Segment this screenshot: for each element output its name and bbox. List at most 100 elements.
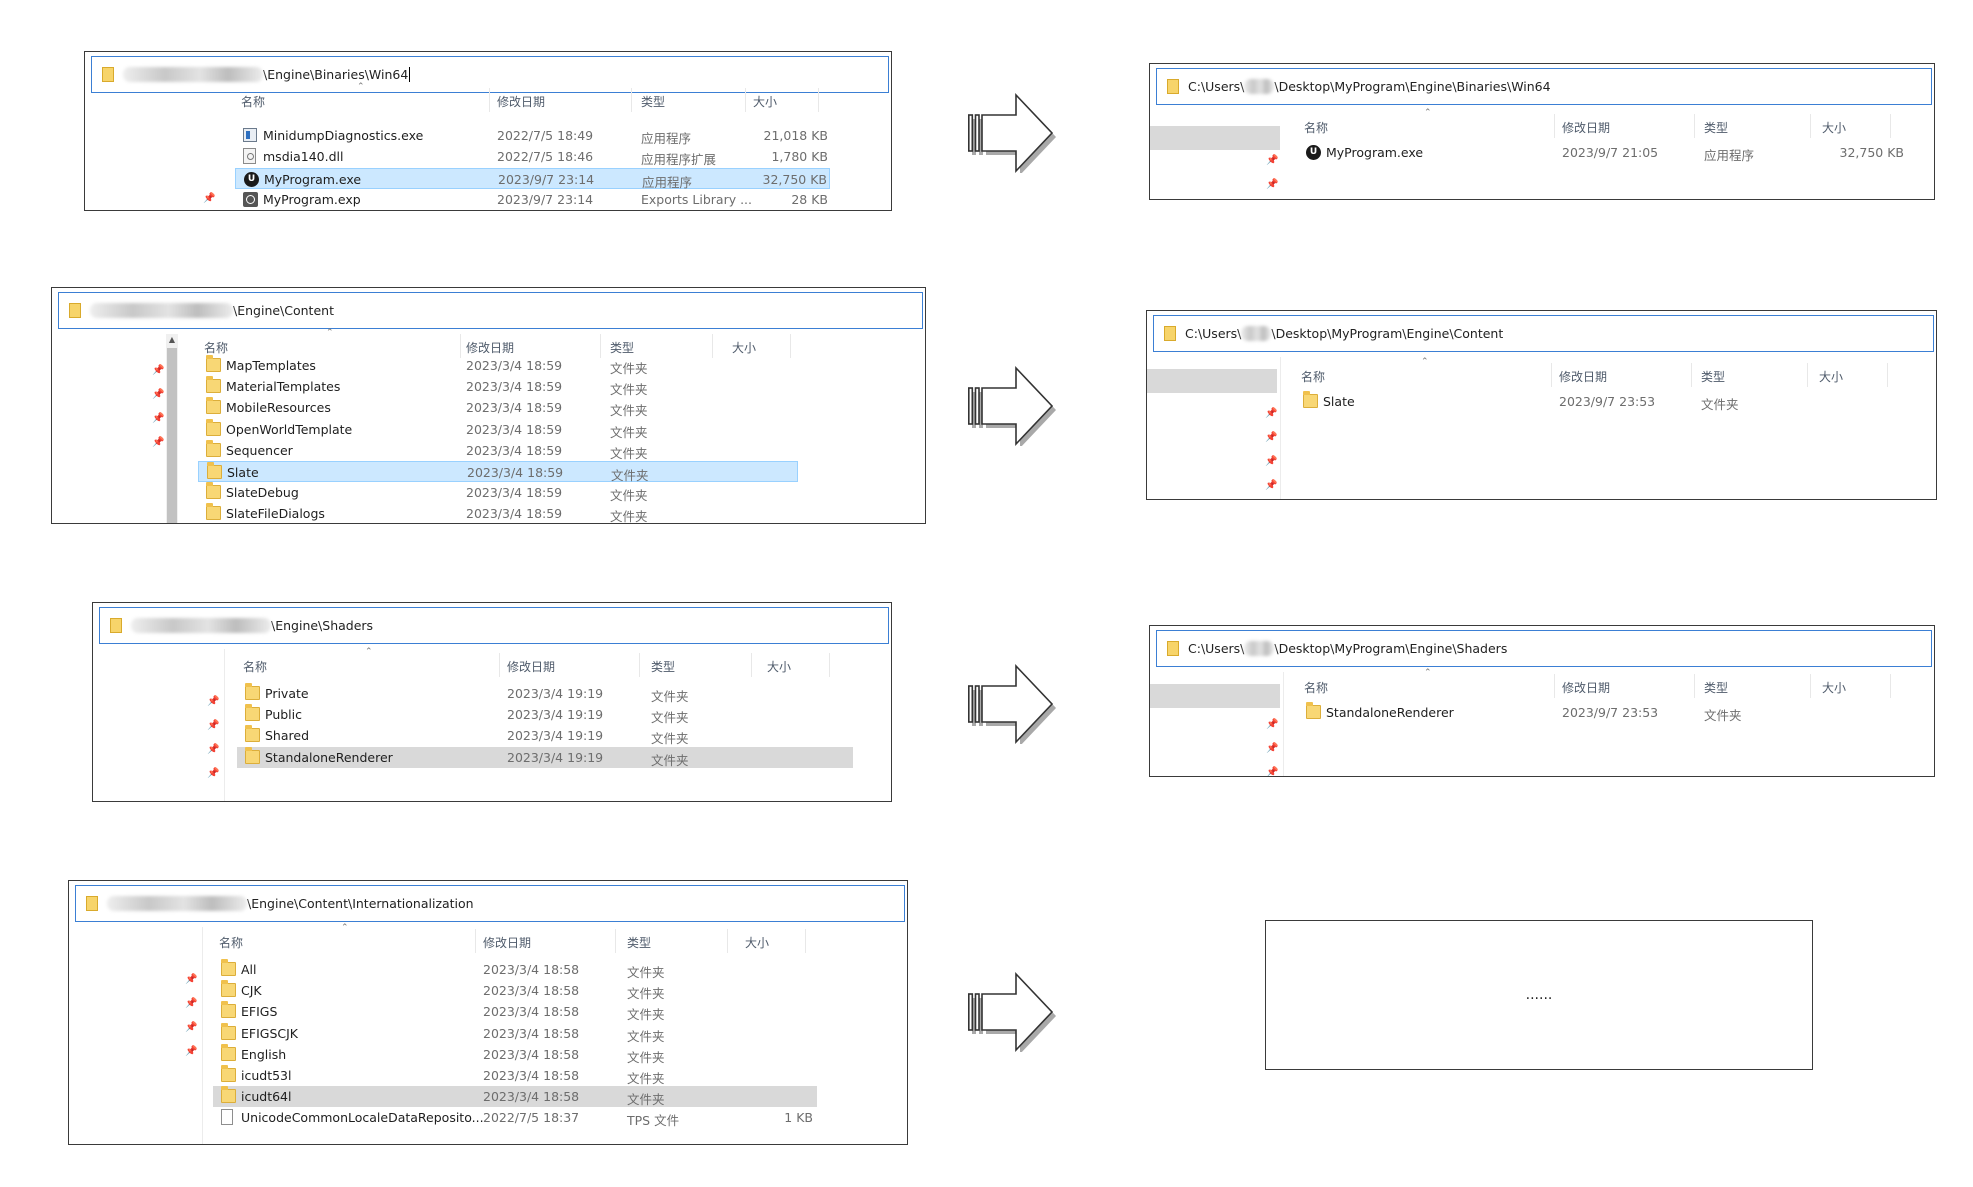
nav-selected-item[interactable] <box>1150 684 1280 708</box>
file-row[interactable]: Private 2023/3/4 19:19 文件夹 <box>237 683 853 704</box>
file-row[interactable]: icudt64l 2023/3/4 18:58 文件夹 <box>213 1086 817 1108</box>
pin-icon[interactable]: 📌 <box>1266 180 1278 190</box>
pin-icon[interactable]: 📌 <box>1266 720 1278 730</box>
column-divider[interactable] <box>1694 114 1695 138</box>
column-divider[interactable] <box>751 653 752 677</box>
column-date[interactable]: 修改日期 <box>497 93 545 110</box>
column-divider[interactable] <box>1807 363 1808 387</box>
column-size[interactable]: 大小 <box>732 339 756 356</box>
column-divider[interactable] <box>1810 674 1811 698</box>
file-row[interactable]: EFIGS 2023/3/4 18:58 文件夹 <box>213 1001 817 1022</box>
column-divider[interactable] <box>745 88 746 112</box>
pin-icon[interactable]: 📌 <box>207 721 219 731</box>
column-divider[interactable] <box>1887 363 1888 387</box>
column-divider[interactable] <box>727 929 728 953</box>
column-type[interactable]: 类型 <box>1704 119 1728 136</box>
column-divider[interactable] <box>475 929 476 953</box>
file-row[interactable]: EFIGSCJK 2023/3/4 18:58 文件夹 <box>213 1022 817 1044</box>
column-size[interactable]: 大小 <box>1819 368 1843 385</box>
pin-icon[interactable]: 📌 <box>207 745 219 755</box>
column-date[interactable]: 修改日期 <box>466 339 514 356</box>
file-row[interactable]: Slate 2023/9/7 23:53 文件夹 <box>1295 391 1915 412</box>
column-size[interactable]: 大小 <box>767 658 791 675</box>
column-divider[interactable] <box>829 653 830 677</box>
pin-icon[interactable]: 📌 <box>207 697 219 707</box>
column-date[interactable]: 修改日期 <box>1562 119 1610 136</box>
column-date[interactable]: 修改日期 <box>1559 368 1607 385</box>
file-row[interactable]: Public 2023/3/4 19:19 文件夹 <box>237 704 853 725</box>
column-type[interactable]: 类型 <box>1704 679 1728 696</box>
column-date[interactable]: 修改日期 <box>507 658 555 675</box>
column-divider[interactable] <box>1554 674 1555 698</box>
column-type[interactable]: 类型 <box>651 658 675 675</box>
pin-icon[interactable]: 📌 <box>152 390 164 400</box>
file-row[interactable]: English 2023/3/4 18:58 文件夹 <box>213 1043 817 1065</box>
column-size[interactable]: 大小 <box>745 934 769 951</box>
column-name[interactable]: 名称 <box>1301 368 1325 385</box>
pin-icon[interactable]: 📌 <box>152 366 164 376</box>
column-type[interactable]: 类型 <box>610 339 634 356</box>
file-row[interactable]: CJK 2023/3/4 18:58 文件夹 <box>213 980 817 1001</box>
nav-scrollbar[interactable]: ▲ <box>166 334 178 523</box>
pin-icon[interactable]: 📌 <box>207 769 219 779</box>
file-row[interactable]: UnicodeCommonLocaleDataReposito... 2022/7… <box>213 1107 817 1128</box>
column-name[interactable]: 名称 <box>204 339 228 356</box>
nav-selected-item[interactable] <box>1147 369 1277 393</box>
column-size[interactable]: 大小 <box>1822 119 1846 136</box>
file-row[interactable]: MinidumpDiagnostics.exe 2022/7/5 18:49 应用程… <box>235 125 830 146</box>
nav-selected-item[interactable] <box>1150 126 1280 150</box>
file-row[interactable]: SlateDebug 2023/3/4 18:59 文件夹 <box>198 482 798 503</box>
column-type[interactable]: 类型 <box>1701 368 1725 385</box>
column-divider[interactable] <box>1890 674 1891 698</box>
column-name[interactable]: 名称 <box>241 93 265 110</box>
address-bar[interactable]: C:\Users\ \Desktop\MyProgram\Engine\Shad… <box>1156 630 1932 667</box>
pin-icon[interactable]: 📌 <box>152 414 164 424</box>
file-row[interactable]: Sequencer 2023/3/4 18:59 文件夹 <box>198 439 798 461</box>
column-name[interactable]: 名称 <box>1304 679 1328 696</box>
pin-icon[interactable]: 📌 <box>1265 433 1277 443</box>
column-divider[interactable] <box>818 88 819 112</box>
pin-icon[interactable]: 📌 <box>152 438 164 448</box>
address-bar[interactable]: C:\Users\ \Desktop\MyProgram\Engine\Cont… <box>1153 315 1934 352</box>
pin-icon[interactable]: 📌 <box>1265 409 1277 419</box>
column-divider[interactable] <box>499 653 500 677</box>
address-bar[interactable]: \Engine\Content\Internationalization <box>75 885 905 922</box>
file-row[interactable]: StandaloneRenderer 2023/3/4 19:19 文件夹 <box>237 746 853 768</box>
pin-icon[interactable]: 📌 <box>1266 156 1278 166</box>
file-row[interactable]: MaterialTemplates 2023/3/4 18:59 文件夹 <box>198 376 798 397</box>
column-name[interactable]: 名称 <box>219 934 243 951</box>
pin-icon[interactable]: 📌 <box>203 194 215 204</box>
file-row[interactable]: All 2023/3/4 18:58 文件夹 <box>213 959 817 980</box>
file-row[interactable]: StandaloneRenderer 2023/9/7 23:53 文件夹 <box>1298 702 1918 723</box>
column-divider[interactable] <box>1551 363 1552 387</box>
file-row[interactable]: Slate 2023/3/4 18:59 文件夹 <box>198 461 798 483</box>
pin-icon[interactable]: 📌 <box>185 1023 197 1033</box>
column-divider[interactable] <box>615 929 616 953</box>
pin-icon[interactable]: 📌 <box>185 975 197 985</box>
pin-icon[interactable]: 📌 <box>1265 481 1277 491</box>
pin-icon[interactable]: 📌 <box>185 999 197 1009</box>
scrollbar-thumb[interactable] <box>167 348 177 523</box>
file-row[interactable]: MapTemplates 2023/3/4 18:59 文件夹 <box>198 355 798 376</box>
file-row[interactable]: SlateFileDialogs 2023/3/4 18:59 文件夹 <box>198 503 798 523</box>
pin-icon[interactable]: 📌 <box>1266 744 1278 754</box>
column-name[interactable]: 名称 <box>243 658 267 675</box>
column-divider[interactable] <box>1691 363 1692 387</box>
address-bar[interactable]: C:\Users\ \Desktop\MyProgram\Engine\Bina… <box>1156 68 1932 105</box>
file-row[interactable]: Shared 2023/3/4 19:19 文件夹 <box>237 725 853 746</box>
column-date[interactable]: 修改日期 <box>483 934 531 951</box>
address-bar[interactable]: \Engine\Shaders <box>99 607 889 644</box>
file-row[interactable]: OpenWorldTemplate 2023/3/4 18:59 文件夹 <box>198 418 798 440</box>
file-row[interactable]: icudt53l 2023/3/4 18:58 文件夹 <box>213 1065 817 1086</box>
column-divider[interactable] <box>639 653 640 677</box>
pin-icon[interactable]: 📌 <box>1265 457 1277 467</box>
file-row[interactable]: MyProgram.exp 2023/9/7 23:14 Exports Libra… <box>235 189 830 210</box>
file-row[interactable]: U MyProgram.exe 2023/9/7 23:14 应用程序 32,750 K… <box>235 167 830 190</box>
address-bar[interactable]: \Engine\Content <box>58 292 923 329</box>
scroll-up-icon[interactable]: ▲ <box>166 334 178 346</box>
column-size[interactable]: 大小 <box>1822 679 1846 696</box>
column-divider[interactable] <box>1890 114 1891 138</box>
column-divider[interactable] <box>489 88 490 112</box>
column-date[interactable]: 修改日期 <box>1562 679 1610 696</box>
column-divider[interactable] <box>1554 114 1555 138</box>
